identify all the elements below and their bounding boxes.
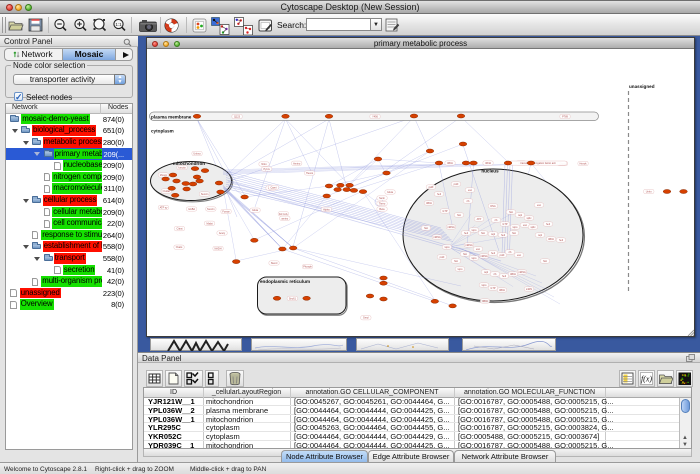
svg-text:topo: topo	[445, 246, 450, 249]
svg-text:Pyruv: Pyruv	[264, 168, 271, 171]
svg-text:mitochondrion: mitochondrion	[173, 161, 205, 166]
svg-text:hist: hist	[463, 253, 467, 256]
svg-text:topo: topo	[472, 229, 477, 232]
svg-text:rRNA: rRNA	[485, 162, 491, 165]
svg-text:polII: polII	[500, 254, 505, 257]
svg-text:exo: exo	[537, 204, 542, 207]
svg-text:tRNA: tRNA	[426, 202, 432, 205]
svg-text:DNA: DNA	[490, 205, 496, 208]
svg-text:hist: hist	[512, 232, 516, 235]
svg-text:plasma membrane: plasma membrane	[151, 114, 192, 119]
svg-text:ATP: ATP	[477, 218, 482, 221]
svg-text:Q123: Q123	[234, 116, 241, 119]
svg-text:NADH: NADH	[214, 248, 221, 251]
svg-text:mRNA: mRNA	[518, 271, 526, 274]
svg-text:Hexok: Hexok	[579, 163, 587, 166]
svg-text:Succin: Succin	[201, 193, 209, 196]
svg-text:heli: heli	[464, 232, 468, 235]
svg-text:heli: heli	[501, 234, 505, 237]
svg-text:heli: heli	[546, 223, 550, 226]
svg-text:heli: heli	[502, 275, 506, 278]
svg-text:GTP: GTP	[502, 223, 507, 226]
svg-text:heli: heli	[437, 193, 441, 196]
svg-text:FA CoA: FA CoA	[279, 213, 288, 216]
svg-text:topo: topo	[458, 268, 463, 271]
svg-text:repl: repl	[518, 214, 523, 217]
svg-text:translation elongation factor: translation elongation factor acti	[520, 162, 556, 165]
svg-text:Malat: Malat	[207, 222, 213, 225]
svg-text:Succin: Succin	[207, 208, 215, 211]
svg-text:tRNA: tRNA	[548, 238, 554, 241]
svg-text:mRNA: mRNA	[433, 236, 441, 239]
svg-text:heli: heli	[559, 239, 563, 242]
svg-text:Y456: Y456	[372, 116, 378, 119]
svg-text:splic: splic	[526, 217, 532, 220]
svg-text:Oxalo: Oxalo	[176, 246, 183, 249]
svg-text:unassigned: unassigned	[629, 84, 655, 89]
svg-text:GABA: GABA	[188, 208, 195, 211]
svg-text:amino: amino	[281, 217, 288, 220]
svg-text:snRN: snRN	[526, 288, 532, 291]
svg-text:Sec61: Sec61	[289, 297, 297, 300]
svg-text:Fumar: Fumar	[222, 211, 229, 214]
svg-text:Beta: Beta	[379, 208, 385, 211]
svg-text:hist: hist	[509, 211, 513, 214]
svg-text:exo: exo	[476, 248, 481, 251]
svg-text:mRNA: mRNA	[447, 226, 455, 229]
svg-text:topo: topo	[482, 284, 487, 287]
svg-text:Nitro: Nitro	[261, 163, 267, 166]
svg-text:mRNA: mRNA	[480, 255, 488, 258]
svg-text:Unkn: Unkn	[646, 191, 652, 194]
svg-text:repl: repl	[538, 234, 543, 237]
svg-text:cytoplasm: cytoplasm	[151, 129, 174, 134]
svg-text:Phosph: Phosph	[303, 266, 312, 269]
svg-text:Carni: Carni	[271, 186, 277, 189]
svg-text:Gluta: Gluta	[252, 209, 259, 212]
svg-text:hist: hist	[424, 227, 428, 230]
svg-text:Unkno: Unkno	[193, 153, 201, 156]
svg-text:1:1: 1:1	[115, 22, 122, 27]
svg-text:GTP: GTP	[442, 210, 447, 213]
svg-text:Gluta: Gluta	[387, 191, 394, 194]
svg-text:GTP: GTP	[490, 287, 495, 290]
svg-text:exo: exo	[517, 254, 522, 257]
svg-text:Sterol: Sterol	[271, 262, 278, 265]
svg-text:Citrat: Citrat	[177, 228, 183, 231]
svg-text:tRNA: tRNA	[499, 289, 505, 292]
svg-text:Acety: Acety	[219, 232, 226, 235]
svg-text:polII: polII	[454, 183, 459, 186]
svg-text:Seryl: Seryl	[363, 317, 369, 320]
svg-text:polII: polII	[440, 256, 445, 259]
svg-text:tRNA: tRNA	[482, 300, 488, 303]
svg-text:ATP sy: ATP sy	[160, 207, 169, 210]
svg-text:repl: repl	[484, 271, 489, 274]
svg-text:Serin: Serin	[379, 197, 385, 200]
svg-text:hist: hist	[543, 260, 547, 263]
svg-text:Alpha: Alpha	[323, 208, 330, 211]
svg-text:f(x): f(x)	[641, 375, 652, 384]
svg-text:hist: hist	[454, 260, 458, 263]
svg-text:functio: functio	[178, 167, 186, 170]
svg-text:endoplasmic reticulum: endoplasmic reticulum	[260, 279, 310, 284]
svg-text:exo: exo	[523, 224, 528, 227]
svg-text:topo: topo	[472, 257, 477, 260]
svg-text:tRNA: tRNA	[510, 273, 516, 276]
svg-text:heli: heli	[491, 252, 495, 255]
svg-text:repl: repl	[491, 233, 496, 236]
svg-text:splic: splic	[530, 226, 536, 229]
svg-text:Amino: Amino	[293, 162, 301, 165]
svg-text:Hexos: Hexos	[306, 172, 314, 175]
svg-text:Oxidat: Oxidat	[163, 190, 171, 193]
svg-text:nucleus: nucleus	[481, 169, 499, 174]
svg-text:Threo: Threo	[379, 203, 386, 206]
svg-text:Monoc: Monoc	[160, 174, 168, 177]
svg-text:mRNA: mRNA	[465, 244, 473, 247]
svg-text:P789: P789	[562, 116, 568, 119]
svg-text:polII: polII	[429, 186, 434, 189]
svg-text:exo: exo	[468, 189, 473, 192]
svg-text:topo: topo	[513, 226, 518, 229]
svg-text:hist: hist	[457, 214, 461, 217]
svg-text:hist: hist	[481, 232, 485, 235]
svg-text:tRNA: tRNA	[447, 162, 453, 165]
